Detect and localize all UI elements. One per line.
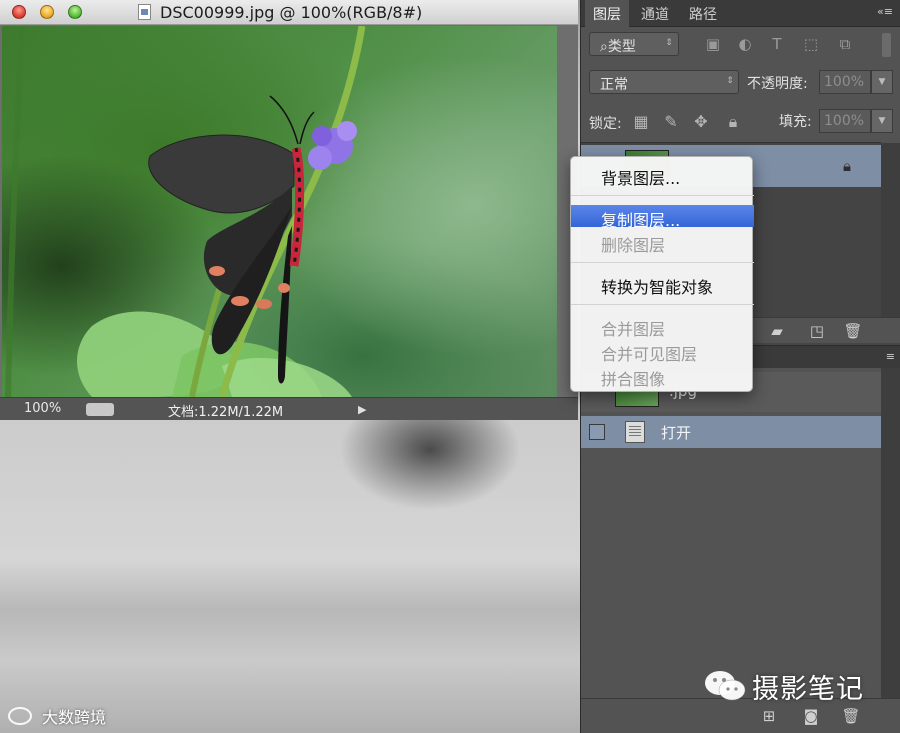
new-snapshot-icon[interactable]: ◙: [801, 707, 821, 725]
minimize-window-button[interactable]: [40, 5, 54, 19]
layer-context-menu: 背景图层... 复制图层... 删除图层 转换为智能对象 合并图层 合并可见图层…: [570, 156, 754, 392]
layers-panel-tabs: 图层 通道 路径 «≡: [581, 0, 900, 27]
new-layer-icon[interactable]: ◳: [807, 322, 827, 340]
document-size: 文档:1.22M/1.22M: [168, 405, 284, 420]
history-document-icon: [625, 421, 645, 443]
layer-lock-icon: 🔒︎: [843, 157, 851, 175]
menu-item-delete-layer[interactable]: 删除图层: [571, 230, 754, 255]
zoom-level[interactable]: 100%: [24, 401, 61, 416]
delete-state-icon[interactable]: 🗑︎: [841, 707, 861, 725]
status-bar: 100% 文档:1.22M/1.22M ▶: [0, 397, 578, 420]
menu-item-merge-layers[interactable]: 合并图层: [571, 314, 754, 339]
smart-object-filter-icon[interactable]: ⧉: [835, 35, 855, 53]
tab-channels[interactable]: 通道: [633, 0, 677, 27]
history-state-checkbox[interactable]: [589, 424, 605, 440]
menu-item-convert-to-smart-object[interactable]: 转换为智能对象: [571, 272, 754, 297]
menu-item-flatten-image[interactable]: 拼合图像: [571, 364, 754, 389]
wechat-icon: [705, 671, 746, 701]
document-icon: [138, 4, 151, 20]
lock-label: 锁定:: [589, 116, 622, 132]
opacity-input[interactable]: 100%: [819, 70, 871, 94]
lock-all-icon[interactable]: 🔒︎: [723, 112, 743, 132]
history-menu-icon[interactable]: ≡: [886, 350, 895, 363]
layer-list-scrollbar[interactable]: [881, 143, 900, 318]
watermark-left: 大数跨境: [42, 708, 107, 727]
lock-position-icon[interactable]: ✥: [691, 112, 711, 132]
window-title: DSC00999.jpg @ 100%(RGB/8#): [160, 3, 423, 22]
pixel-layer-filter-icon[interactable]: ▣: [703, 35, 723, 53]
watermark-logo-icon: [8, 707, 32, 725]
image-canvas[interactable]: [2, 26, 557, 397]
new-document-from-state-icon[interactable]: ⊞: [759, 707, 779, 725]
opacity-label: 不透明度:: [747, 76, 808, 92]
type-layer-filter-icon[interactable]: T: [767, 35, 787, 53]
menu-separator: [571, 262, 754, 263]
gpu-status-icon: [86, 403, 114, 416]
blend-mode-select[interactable]: 正常: [589, 70, 739, 94]
menu-separator: [571, 195, 754, 196]
fill-dropdown-icon[interactable]: ▼: [871, 109, 893, 133]
status-menu-arrow-icon[interactable]: ▶: [358, 403, 366, 416]
tab-paths[interactable]: 路径: [681, 0, 725, 27]
filter-toggle-switch[interactable]: [882, 33, 891, 57]
lock-transparent-pixels-icon[interactable]: ▦: [631, 112, 651, 132]
history-scrollbar[interactable]: [881, 368, 900, 698]
opacity-dropdown-icon[interactable]: ▼: [871, 70, 893, 94]
menu-separator: [571, 304, 754, 305]
delete-layer-icon[interactable]: 🗑︎: [843, 322, 863, 340]
kind-filter-dropdown-icon: ⇕: [665, 38, 673, 48]
menu-item-duplicate-layer[interactable]: 复制图层...: [571, 205, 754, 230]
menu-item-background-layer[interactable]: 背景图层...: [571, 163, 754, 188]
history-item[interactable]: 打开: [581, 416, 881, 448]
menu-item-merge-visible[interactable]: 合并可见图层: [571, 339, 754, 364]
document-window: DSC00999.jpg @ 100%(RGB/8#) 100% 文档:1.22…: [0, 0, 578, 420]
adjustment-layer-filter-icon[interactable]: ◐: [735, 35, 755, 53]
fill-input[interactable]: 100%: [819, 109, 871, 133]
zoom-window-button[interactable]: [68, 5, 82, 19]
lock-image-pixels-icon[interactable]: ✎: [661, 112, 681, 132]
shape-layer-filter-icon[interactable]: ⬚: [801, 35, 821, 53]
close-window-button[interactable]: [12, 5, 26, 19]
fill-label: 填充:: [779, 114, 812, 130]
window-titlebar[interactable]: DSC00999.jpg @ 100%(RGB/8#): [0, 0, 578, 25]
panel-menu-icon[interactable]: «≡: [877, 6, 895, 20]
history-item-label: 打开: [661, 424, 692, 442]
tab-layers[interactable]: 图层: [585, 0, 629, 27]
watermark-right: 摄影笔记: [752, 674, 864, 705]
blend-mode-dropdown-icon: ⇕: [726, 76, 734, 86]
new-group-icon[interactable]: ▰: [767, 322, 787, 340]
butterfly-photo: [5, 26, 366, 397]
